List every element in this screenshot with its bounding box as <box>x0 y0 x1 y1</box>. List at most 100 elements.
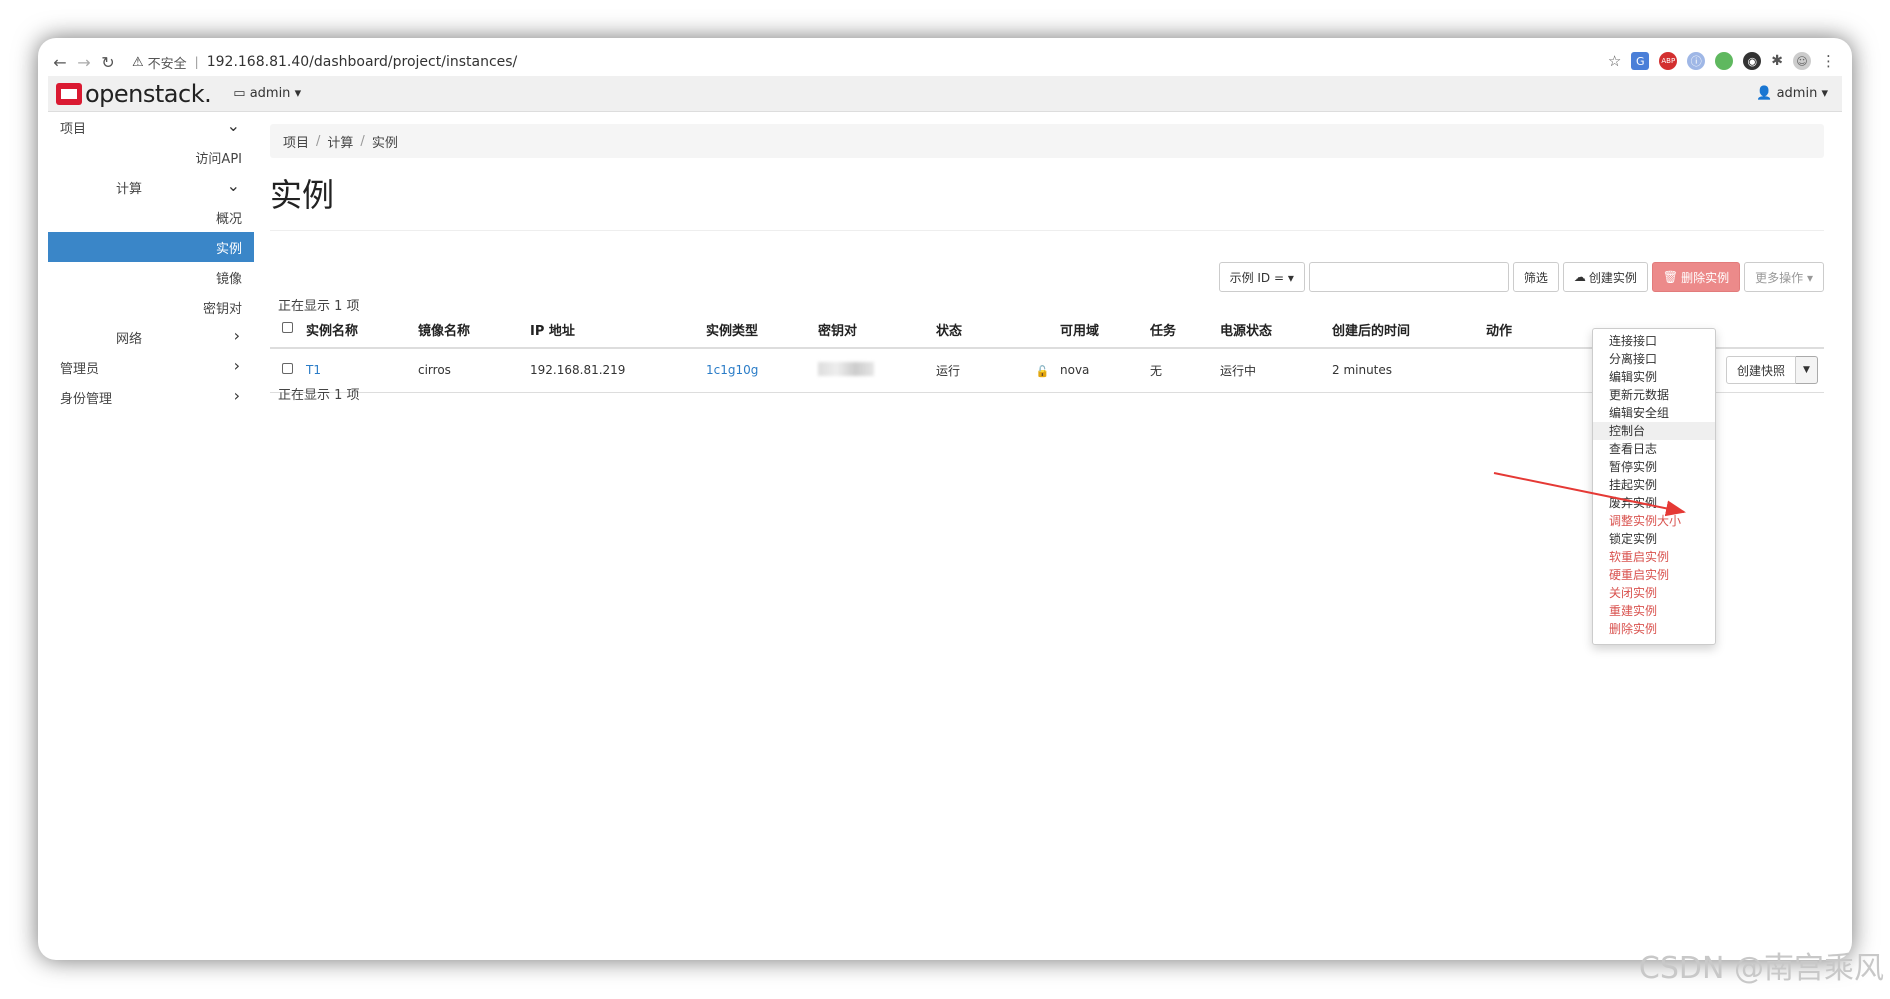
menu-item-pause-instance[interactable]: 暂停实例 <box>1593 458 1715 476</box>
project-dropdown[interactable]: ▭ admin ▾ <box>233 86 301 101</box>
sidebar: 项目 ⌄ 访问API 计算 ⌄ 概况 实例 镜像 密钥对 网络 › 管理员 › <box>48 112 254 950</box>
launch-instance-button[interactable]: ☁ 创建实例 <box>1562 262 1648 292</box>
menu-item-attach-interface[interactable]: 连接接口 <box>1593 332 1715 350</box>
select-all-checkbox[interactable] <box>282 322 293 333</box>
security-label[interactable]: 不安全 <box>148 53 187 72</box>
menu-item-console[interactable]: 控制台 <box>1593 422 1715 440</box>
column-header[interactable]: 密钥对 <box>818 312 936 349</box>
profile-icon[interactable]: ☺ <box>1793 52 1811 70</box>
menu-item-edit-instance[interactable]: 编辑实例 <box>1593 368 1715 386</box>
row-checkbox[interactable] <box>282 363 293 375</box>
image-name-cell: cirros <box>418 348 530 393</box>
url-field[interactable]: 192.168.81.40/dashboard/project/instance… <box>207 54 518 70</box>
unlock-icon: 🔓 <box>1035 364 1050 378</box>
address-separator: | <box>194 55 199 69</box>
menu-kebab-icon[interactable]: ⋮ <box>1821 52 1836 70</box>
chevron-right-icon: › <box>233 356 240 375</box>
puzzle-icon[interactable]: ✱ <box>1771 53 1783 69</box>
caret-down-icon[interactable]: ▼ <box>1796 356 1818 385</box>
breadcrumb-item[interactable]: 计算 <box>327 132 353 151</box>
column-header[interactable]: 实例类型 <box>706 312 818 349</box>
sidebar-item-compute[interactable]: 计算 ⌄ <box>48 172 254 202</box>
chevron-right-icon: › <box>233 386 240 405</box>
sidebar-item-instances[interactable]: 实例 <box>48 232 254 262</box>
extensions-bar: ☆ G ABP ⓘ ◉ ✱ ☺ ⋮ <box>1608 52 1836 70</box>
select-all-cell <box>270 312 306 349</box>
window-icon: ▭ <box>233 86 246 101</box>
sidebar-item-admin[interactable]: 管理员 › <box>48 352 254 382</box>
reload-icon[interactable]: ↻ <box>96 53 120 72</box>
column-header[interactable]: 任务 <box>1150 312 1220 349</box>
age-cell: 2 minutes <box>1332 348 1486 393</box>
column-header[interactable]: 创建后的时间 <box>1332 312 1486 349</box>
breadcrumb-separator: / <box>360 133 365 149</box>
menu-item-soft-reboot[interactable]: 软重启实例 <box>1593 548 1715 566</box>
star-icon[interactable]: ☆ <box>1608 52 1621 70</box>
menu-item-delete-instance[interactable]: 删除实例 <box>1593 620 1715 638</box>
filter-input[interactable] <box>1308 262 1509 292</box>
zone-cell: nova <box>1060 348 1150 393</box>
sidebar-item-images[interactable]: 镜像 <box>48 262 254 292</box>
flavor-link[interactable]: 1c1g10g <box>706 363 758 377</box>
column-header[interactable]: 可用域 <box>1060 312 1150 349</box>
instance-name-link[interactable]: T1 <box>306 363 321 377</box>
column-header[interactable]: 状态 <box>936 312 1060 349</box>
delete-instances-button[interactable]: 🗑 删除实例 <box>1651 262 1741 292</box>
keypair-cell <box>818 348 936 393</box>
sidebar-item-keypairs[interactable]: 密钥对 <box>48 292 254 322</box>
sidebar-item-project[interactable]: 项目 ⌄ <box>48 112 254 142</box>
keypair-redacted <box>818 361 874 376</box>
column-header[interactable]: 镜像名称 <box>418 312 530 349</box>
sidebar-item-access-api[interactable]: 访问API <box>48 142 254 172</box>
back-icon[interactable]: ← <box>48 53 72 72</box>
sidebar-item-label: 网络 <box>116 332 143 347</box>
column-header[interactable]: IP 地址 <box>530 312 706 349</box>
page-title: 实例 <box>270 170 1824 231</box>
extension-green-icon[interactable] <box>1715 52 1734 70</box>
translate-icon[interactable]: G <box>1631 52 1650 70</box>
sidebar-item-label: 管理员 <box>60 362 100 377</box>
column-header[interactable]: 电源状态 <box>1220 312 1332 349</box>
more-actions-button[interactable]: 更多操作 ▾ <box>1744 262 1824 292</box>
menu-item-rebuild-instance[interactable]: 重建实例 <box>1593 602 1715 620</box>
openstack-logo[interactable]: openstack. <box>56 79 212 108</box>
menu-item-hard-reboot[interactable]: 硬重启实例 <box>1593 566 1715 584</box>
sidebar-item-network[interactable]: 网络 › <box>48 322 254 352</box>
menu-item-suspend-instance[interactable]: 挂起实例 <box>1593 476 1715 494</box>
menu-item-view-log[interactable]: 查看日志 <box>1593 440 1715 458</box>
menu-item-shut-off[interactable]: 关闭实例 <box>1593 584 1715 602</box>
menu-item-update-metadata[interactable]: 更新元数据 <box>1593 386 1715 404</box>
project-dropdown-label: admin <box>249 86 291 101</box>
menu-item-resize-instance[interactable]: 调整实例大小 <box>1593 512 1715 530</box>
extension-dark-icon[interactable]: ◉ <box>1743 52 1762 70</box>
status-text: 运行 <box>936 363 961 378</box>
menu-item-edit-security-groups[interactable]: 编辑安全组 <box>1593 404 1715 422</box>
adblock-icon[interactable]: ABP <box>1659 52 1678 70</box>
menu-item-detach-interface[interactable]: 分离接口 <box>1593 350 1715 368</box>
user-dropdown-label: admin <box>1776 86 1818 101</box>
user-dropdown[interactable]: 👤 admin ▾ <box>1756 86 1828 101</box>
filter-field-select[interactable]: 示例 ID = ▾ <box>1218 262 1305 292</box>
trash-icon: 🗑 <box>1662 270 1679 284</box>
filter-button[interactable]: 筛选 <box>1512 262 1559 292</box>
cloud-upload-icon: ☁ <box>1573 270 1586 284</box>
flavor-cell: 1c1g10g <box>706 348 818 393</box>
column-header[interactable]: 实例名称 <box>306 312 418 349</box>
forward-icon[interactable]: → <box>72 53 96 72</box>
menu-item-shelve-instance[interactable]: 废弃实例 <box>1593 494 1715 512</box>
sidebar-item-identity[interactable]: 身份管理 › <box>48 382 254 412</box>
openstack-logo-icon <box>56 82 82 105</box>
watermark: CSDN @南宫乘风 <box>1638 951 1884 986</box>
sidebar-item-label: 密钥对 <box>202 302 242 317</box>
sidebar-item-overview[interactable]: 概况 <box>48 202 254 232</box>
create-snapshot-button[interactable]: 创建快照 <box>1725 356 1796 385</box>
sidebar-item-label: 计算 <box>116 182 143 197</box>
table-row: T1 cirros 192.168.81.219 1c1g10g 运行 🔓 no… <box>270 348 1824 393</box>
breadcrumb-item[interactable]: 项目 <box>283 132 309 151</box>
extension-blue-icon[interactable]: ⓘ <box>1687 52 1706 70</box>
logo-text: openstack. <box>85 79 212 108</box>
caret-down-icon: ▾ <box>1821 86 1828 101</box>
warning-icon[interactable]: ⚠ <box>132 55 144 70</box>
sidebar-item-label: 身份管理 <box>60 392 113 407</box>
menu-item-lock-instance[interactable]: 锁定实例 <box>1593 530 1715 548</box>
